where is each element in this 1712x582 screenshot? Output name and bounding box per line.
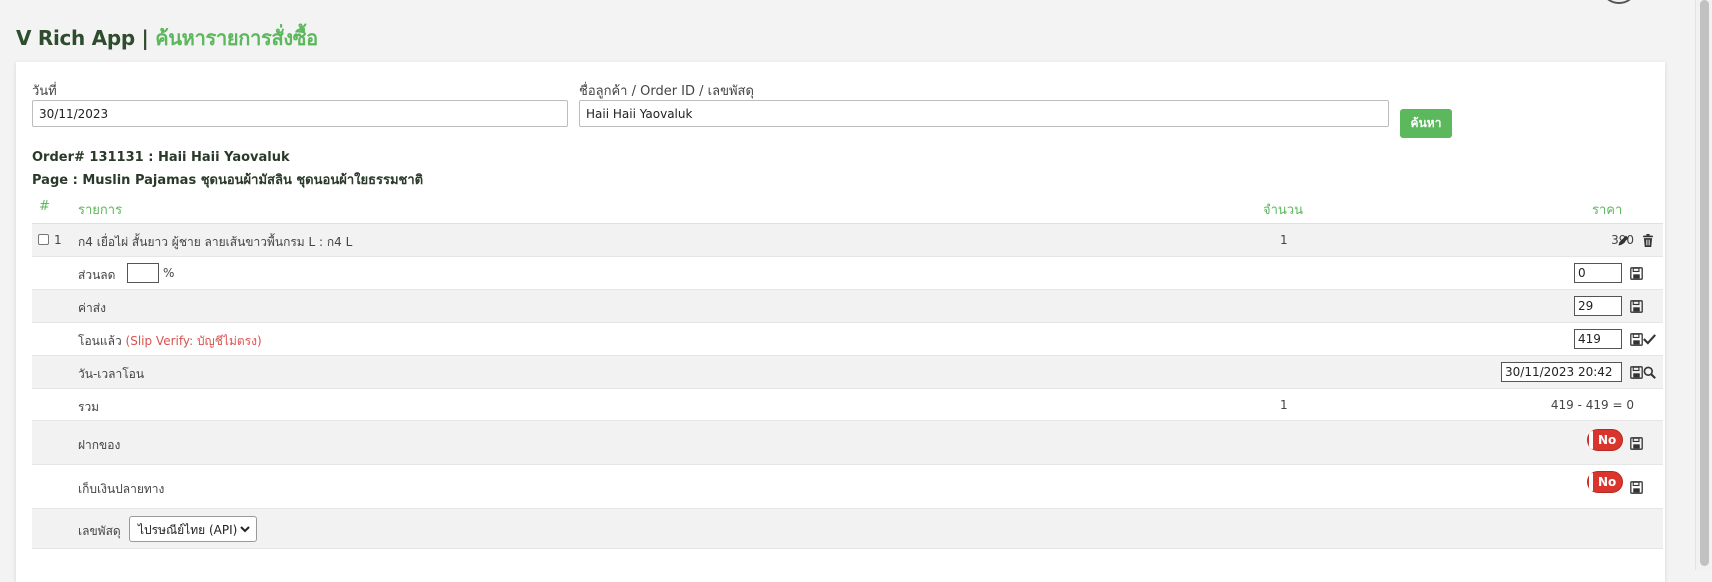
search-icon[interactable] [1642,365,1656,379]
header-item: รายการ [78,203,123,218]
pencil-icon[interactable] [1616,233,1630,247]
search-card: วันที่ ชื่อลูกค้า / Order ID / เลขพัสดุ … [16,62,1665,582]
table-row-tracking: เลขพัสดุ ไปรษณีย์ไทย (API) [32,509,1663,549]
table-row-transferred: โอนแล้ว (Slip Verify: บัญชีไม่ตรง) [32,323,1663,356]
item-name: ก4 เยื่อไผ่ สั้นยาว ผู้ชาย ลายเส้นขาวพื้… [78,235,353,249]
tracking-label: เลขพัสดุ [78,524,121,538]
deposit-toggle[interactable]: No [1587,429,1623,451]
page-subtitle: ค้นหารายการสั่งซื้อ [155,26,318,50]
table-row-transfer-time: วัน-เวลาโอน [32,356,1663,389]
item-qty: 1 [1280,233,1288,247]
transferred-label-group: โอนแล้ว (Slip Verify: บัญชีไม่ตรง) [78,332,262,351]
table-row-item: 1 ก4 เยื่อไผ่ สั้นยาว ผู้ชาย ลายเส้นขาวพ… [32,224,1663,257]
header-qty: จำนวน [1263,203,1303,218]
transfer-time-label: วัน-เวลาโอน [78,367,145,381]
transferred-amount-input[interactable] [1574,329,1622,349]
order-page: Page : Muslin Pajamas ชุดนอนผ้ามัสลิน ชุ… [32,173,424,188]
transferred-label: โอนแล้ว [78,334,122,348]
chevron-down-icon [240,523,250,537]
search-input[interactable] [579,100,1389,127]
discount-label: ส่วนลด [78,268,116,282]
slip-verify-note: (Slip Verify: บัญชีไม่ตรง) [125,334,262,348]
discount-amount-input[interactable] [1574,263,1622,283]
discount-percent-sign: % [163,266,175,280]
cod-label: เก็บเงินปลายทาง [78,482,165,496]
date-input[interactable] [32,100,568,127]
discount-percent-input[interactable] [127,263,159,283]
save-cod-icon[interactable] [1629,480,1643,494]
search-button[interactable]: ค้นหา [1400,109,1452,138]
table-row-cod: เก็บเงินปลายทาง No [32,465,1663,509]
deposit-label: ฝากของ [78,438,121,452]
query-label: ชื่อลูกค้า / Order ID / เลขพัสดุ [579,84,754,99]
table-header: # รายการ จำนวน ราคา [32,190,1663,224]
check-icon[interactable] [1642,332,1656,346]
transfer-time-input[interactable] [1501,362,1622,382]
title-separator: | [141,26,149,50]
total-qty: 1 [1280,398,1288,412]
cod-toggle[interactable]: No [1587,471,1623,493]
app-header: V Rich App | ค้นหารายการสั่งซื้อ [0,0,1712,60]
toggle-knob [1589,431,1593,449]
shipping-amount-input[interactable] [1574,296,1622,316]
header-price: ราคา [1592,203,1623,218]
save-shipping-icon[interactable] [1629,299,1643,313]
item-index: 1 [54,233,62,247]
table-row-total: รวม 1 419 - 419 = 0 [32,389,1663,421]
app-name: V Rich App [16,26,135,50]
table-row-deposit: ฝากของ No [32,421,1663,465]
table-row-shipping: ค่าส่ง [32,290,1663,323]
header-index: # [39,199,50,214]
trash-icon[interactable] [1641,233,1655,247]
save-discount-icon[interactable] [1629,266,1643,280]
page-scrollbar[interactable] [1695,0,1712,570]
item-checkbox[interactable] [38,234,49,245]
total-formula: 419 - 419 = 0 [1550,398,1634,412]
shipping-label: ค่าส่ง [78,301,106,315]
total-label: รวม [78,400,100,414]
carrier-select[interactable]: ไปรษณีย์ไทย (API) [129,516,257,542]
order-title: Order# 131131 : Haii Haii Yaovaluk [32,150,290,165]
order-table: # รายการ จำนวน ราคา 1 ก4 เยื่อไผ่ สั้นยา… [32,190,1663,549]
save-deposit-icon[interactable] [1629,436,1643,450]
carrier-selected: ไปรษณีย์ไทย (API) [138,523,238,537]
toggle-knob [1589,473,1593,491]
date-label: วันที่ [32,84,57,99]
cod-toggle-text: No [1598,475,1617,489]
deposit-toggle-text: No [1598,433,1617,447]
table-row-discount: ส่วนลด % [32,257,1663,290]
scrollbar-thumb[interactable] [1700,0,1709,566]
page-title: V Rich App | ค้นหารายการสั่งซื้อ [16,22,318,54]
user-avatar[interactable] [1604,0,1634,4]
save-transferred-icon[interactable] [1629,332,1643,346]
save-transfer-time-icon[interactable] [1629,365,1643,379]
